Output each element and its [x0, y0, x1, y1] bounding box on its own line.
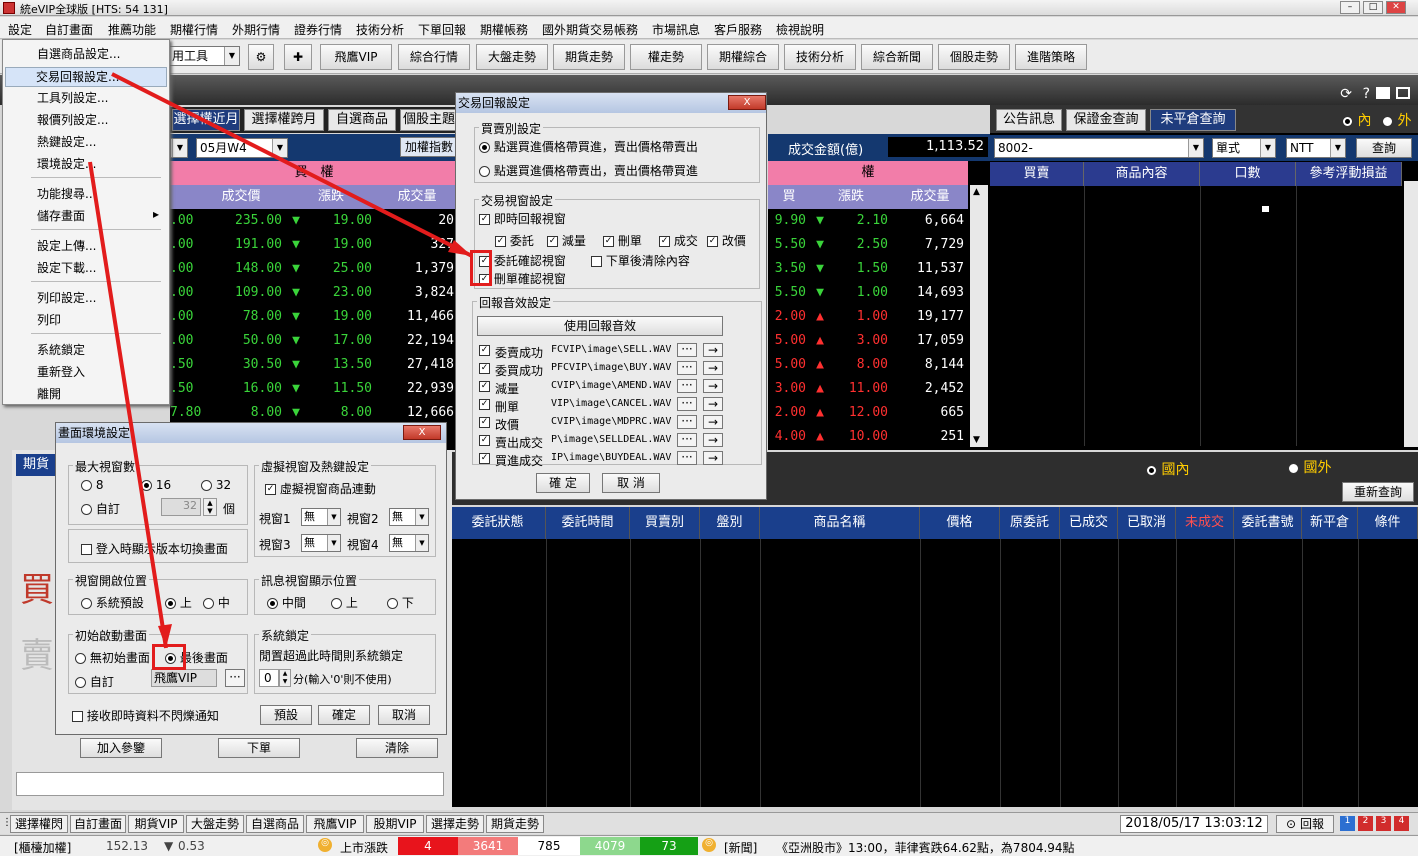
report-button[interactable]: ⊙ 回報: [1276, 815, 1334, 833]
status-button[interactable]: 股期VIP: [366, 815, 424, 833]
layout-2-icon[interactable]: 2: [1358, 816, 1373, 831]
arrow-line-env: [88, 161, 168, 649]
status-button[interactable]: 期貨走勢: [486, 815, 544, 833]
status-button[interactable]: 自選商品: [246, 815, 304, 833]
up-limit-count: 4: [398, 837, 458, 855]
status-button[interactable]: 大盤走勢: [186, 815, 244, 833]
flat-count: 785: [518, 837, 580, 855]
arrow-head-trade: [448, 240, 472, 256]
annotation-arrows: [88, 72, 473, 649]
news-headline[interactable]: 《亞洲股市》13:00，菲律賓跌64.62點，為7804.94點: [776, 839, 1075, 856]
status-button[interactable]: 期貨VIP: [128, 815, 184, 833]
status-bar: ⋮ 選擇權閃 自訂畫面 期貨VIP 大盤走勢 自選商品 飛鷹VIP 股期VIP 選擇走勢 期貨走…: [0, 812, 1418, 834]
report-label: 回報: [1299, 817, 1324, 831]
layout-1-icon[interactable]: 1: [1340, 816, 1355, 831]
layout-4-icon[interactable]: 4: [1394, 816, 1409, 831]
status-button[interactable]: 自訂畫面: [70, 815, 126, 833]
arrow-line-trade: [111, 72, 473, 258]
index-change-arrow-icon: ▼: [164, 839, 174, 853]
status-button[interactable]: 選擇權閃: [10, 815, 68, 833]
market-label: 上市漲跌: [340, 841, 389, 855]
down-limit-count: 73: [640, 837, 698, 855]
down-count: 4079: [580, 837, 640, 855]
index-value: 152.13: [106, 839, 148, 853]
news-label: [新聞]: [724, 841, 758, 855]
index-label: [櫃檯加權]: [14, 841, 72, 855]
ticker-bar: [櫃檯加權] 152.13 ▼ 0.53 ◎ 上市漲跌 4 3641 785 4…: [0, 835, 1418, 856]
datetime-display: 2018/05/17 13:03:12: [1120, 815, 1268, 833]
arrow-head-env: [158, 624, 172, 648]
report-icon: ⊙: [1286, 817, 1297, 831]
up-count: 3641: [458, 837, 518, 855]
status-button[interactable]: 選擇走勢: [426, 815, 484, 833]
status-button[interactable]: 飛鷹VIP: [306, 815, 364, 833]
index-change: 0.53: [178, 839, 205, 853]
layout-3-icon[interactable]: 3: [1376, 816, 1391, 831]
info-icon[interactable]: ◎: [702, 838, 716, 852]
info-icon[interactable]: ◎: [318, 838, 332, 852]
